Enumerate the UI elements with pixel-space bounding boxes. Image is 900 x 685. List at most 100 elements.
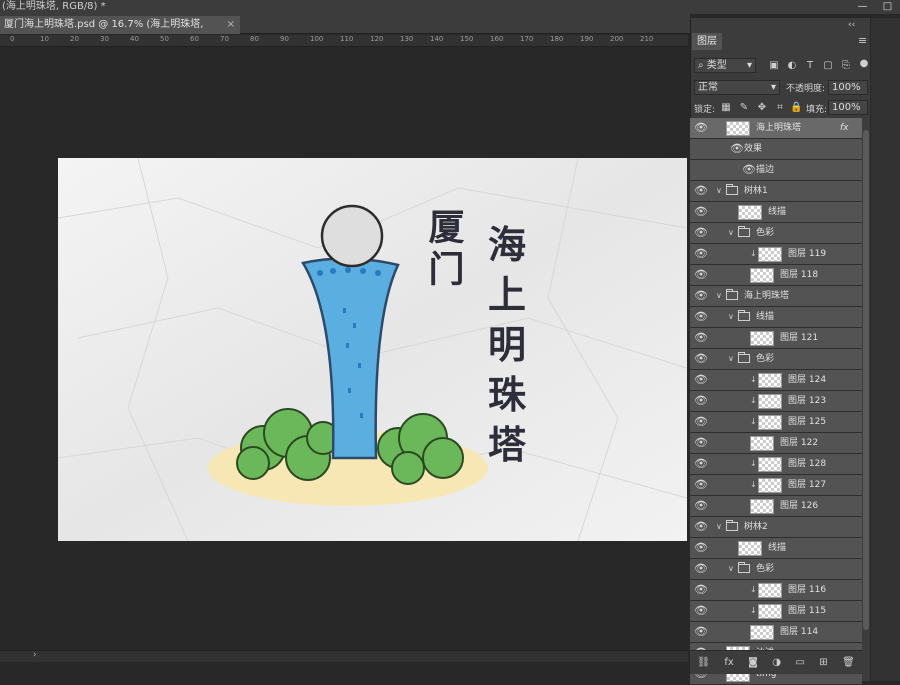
layer-row[interactable]: 👁 ∨ 树林2 [690,517,862,538]
filter-text-icon[interactable]: T [804,60,816,72]
lock-artboard-icon[interactable]: ⌗ [774,102,786,114]
visibility-eye-icon[interactable]: 👁 [694,374,708,386]
adjustment-icon[interactable]: ◑ [772,657,781,668]
close-tab-icon[interactable]: × [227,16,235,34]
filter-smart-icon[interactable]: ⎘ [840,60,852,72]
visibility-eye-icon[interactable]: 👁 [694,185,708,197]
layer-row[interactable]: 👁 图层 121 [690,328,862,349]
visibility-eye-icon[interactable]: 👁 [694,269,708,281]
layer-row[interactable]: 👁 描边 [690,160,862,181]
visibility-eye-icon[interactable]: 👁 [694,395,708,407]
lock-all-icon[interactable]: 🔒 [790,102,802,114]
visibility-eye-icon[interactable]: 👁 [694,416,708,428]
collapse-panel-icon[interactable]: ‹‹ [848,20,855,30]
layer-row[interactable]: 👁 ∨ 色彩 [690,223,862,244]
visibility-eye-icon[interactable]: 👁 [694,521,708,533]
new-layer-icon[interactable]: ⊞ [819,657,827,668]
ruler-tick-label: 100 [310,35,324,43]
chevron-down-icon[interactable]: ∨ [728,227,734,239]
lock-position-icon[interactable]: ✥ [756,102,768,114]
title-char-1: 海 [488,223,526,267]
visibility-eye-icon[interactable]: 👁 [694,353,708,365]
scroll-thumb[interactable] [863,130,869,630]
opacity-field[interactable]: 100% [828,80,868,95]
chevron-down-icon[interactable]: ∨ [728,311,734,323]
panel-menu-icon[interactable]: ≡ [858,34,867,47]
layer-name: 色彩 [756,564,775,574]
fx-badge[interactable]: fx [840,121,849,135]
visibility-eye-icon[interactable]: 👁 [694,563,708,575]
chevron-down-icon[interactable]: ∨ [716,521,722,533]
chevron-down-icon[interactable]: ∨ [728,353,734,365]
layer-row[interactable]: 👁 ↓ 图层 127 [690,475,862,496]
minimize-button[interactable]: — [850,0,875,14]
visibility-eye-icon[interactable]: 👁 [694,437,708,449]
layer-row[interactable]: 👁 海上明珠塔 fx [690,118,862,139]
filter-toggle-icon[interactable]: ● [858,58,870,70]
visibility-eye-icon[interactable]: 👁 [694,626,708,638]
visibility-eye-icon[interactable]: 👁 [694,290,708,302]
visibility-eye-icon[interactable]: 👁 [694,605,708,617]
layer-row[interactable]: 👁 图层 118 [690,265,862,286]
chevron-down-icon[interactable]: ∨ [716,185,722,197]
layer-row[interactable]: 👁 图层 122 [690,433,862,454]
layer-row[interactable]: 👁 ↓ 图层 116 [690,580,862,601]
layer-row[interactable]: 👁 图层 126 [690,496,862,517]
layers-scrollbar[interactable] [862,120,870,660]
filter-pixel-icon[interactable]: ▣ [768,60,780,72]
chevron-down-icon[interactable]: ∨ [716,290,722,302]
fx-icon[interactable]: fx [724,657,733,668]
trash-icon[interactable]: 🗑 [842,657,855,668]
layer-row[interactable]: 👁 效果 [690,139,862,160]
layer-row[interactable]: 👁 ∨ 色彩 [690,559,862,580]
visibility-eye-icon[interactable]: 👁 [694,584,708,596]
layer-row[interactable]: 👁 ∨ 色彩 [690,349,862,370]
lock-pixels-icon[interactable]: ✎ [738,102,750,114]
blend-mode-select[interactable]: 正常 ▾ [694,80,780,95]
layer-row[interactable]: 👁 线描 [690,538,862,559]
filter-shape-icon[interactable]: ▢ [822,60,834,72]
link-icon[interactable]: ⛓ [697,657,710,668]
mask-icon[interactable]: ◙ [748,657,758,668]
chevron-down-icon[interactable]: ∨ [728,563,734,575]
maximize-button[interactable]: □ [875,0,900,14]
visibility-eye-icon[interactable]: 👁 [742,164,756,176]
visibility-eye-icon[interactable]: 👁 [694,206,708,218]
layer-row[interactable]: 👁 ∨ 树林1 [690,181,862,202]
tab-layers[interactable]: 图层 [692,33,722,50]
layer-row[interactable]: 👁 图层 114 [690,622,862,643]
filter-adjustment-icon[interactable]: ◐ [786,60,798,72]
visibility-eye-icon[interactable]: 👁 [694,227,708,239]
visibility-eye-icon[interactable]: 👁 [694,458,708,470]
visibility-eye-icon[interactable]: 👁 [730,143,744,155]
layer-row[interactable]: 👁 ↓ 图层 119 [690,244,862,265]
ruler-tick-label: 90 [280,35,289,43]
layer-row[interactable]: 👁 ∨ 海上明珠塔 [690,286,862,307]
layer-row[interactable]: 👁 ↓ 图层 124 [690,370,862,391]
visibility-eye-icon[interactable]: 👁 [694,248,708,260]
document-tab[interactable]: 厦门海上明珠塔.psd @ 16.7% (海上明珠塔, RGB/8) * × [0,16,240,48]
layer-row[interactable]: 👁 ↓ 图层 123 [690,391,862,412]
title-char-2: 上 [488,273,526,317]
fill-field[interactable]: 100% [828,100,868,115]
visibility-eye-icon[interactable]: 👁 [694,479,708,491]
visibility-eye-icon[interactable]: 👁 [694,542,708,554]
layer-row[interactable]: 👁 ↓ 图层 128 [690,454,862,475]
new-group-icon[interactable]: ▭ [795,657,804,668]
visibility-eye-icon[interactable]: 👁 [694,332,708,344]
status-arrow[interactable]: › [33,650,37,660]
layer-row[interactable]: 👁 线描 [690,202,862,223]
folder-icon [738,562,750,573]
layer-name: 图层 128 [788,459,827,469]
artboard[interactable]: 厦门 海 上 明 珠 塔 [58,158,687,541]
visibility-eye-icon[interactable]: 👁 [694,122,708,134]
layer-row[interactable]: 👁 ↓ 图层 125 [690,412,862,433]
layer-row[interactable]: 👁 ↓ 图层 115 [690,601,862,622]
visibility-eye-icon[interactable]: 👁 [694,311,708,323]
lock-transparent-icon[interactable]: ▦ [720,102,732,114]
ruler-tick-label: 120 [370,35,384,43]
layer-row[interactable]: 👁 ∨ 线描 [690,307,862,328]
filter-type-select[interactable]: ⌕ 类型 ▾ [694,58,756,73]
visibility-eye-icon[interactable]: 👁 [694,500,708,512]
layer-thumbnail [750,499,774,514]
